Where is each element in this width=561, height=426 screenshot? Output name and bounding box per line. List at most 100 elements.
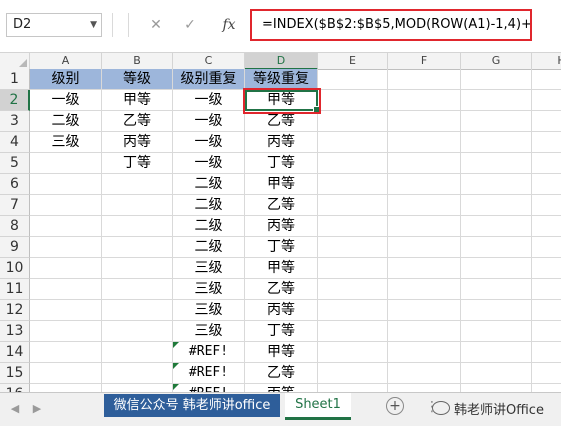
cell-d7[interactable]: 乙等 [245,195,318,216]
error-indicator-icon[interactable] [173,384,179,390]
cell-d14[interactable]: 甲等 [245,342,318,363]
cell-c5[interactable]: 一级 [173,153,245,174]
cell-f1[interactable] [388,69,461,90]
cell-f6[interactable] [388,174,461,195]
column-header-d[interactable]: D [245,53,318,70]
cell-c13[interactable]: 三级 [173,321,245,342]
cell-d10[interactable]: 甲等 [245,258,318,279]
cell-d15[interactable]: 乙等 [245,363,318,384]
cell-h2[interactable] [532,90,561,111]
cell-d9[interactable]: 丁等 [245,237,318,258]
cell-h8[interactable] [532,216,561,237]
row-header-6[interactable]: 6 [0,174,30,195]
cell-c1[interactable]: 级别重复 [173,69,245,90]
cell-c12[interactable]: 三级 [173,300,245,321]
cell-b7[interactable] [102,195,173,216]
cell-f14[interactable] [388,342,461,363]
column-header-f[interactable]: F [388,53,461,69]
cell-c8[interactable]: 二级 [173,216,245,237]
tab-wechat[interactable]: 微信公众号 韩老师讲office [104,394,280,417]
cell-g5[interactable] [461,153,532,174]
cell-c3[interactable]: 一级 [173,111,245,132]
cell-c6[interactable]: 二级 [173,174,245,195]
cell-h12[interactable] [532,300,561,321]
cell-a11[interactable] [30,279,102,300]
cell-a10[interactable] [30,258,102,279]
cell-g7[interactable] [461,195,532,216]
column-header-b[interactable]: B [102,53,173,69]
cell-e4[interactable] [318,132,388,153]
cell-e5[interactable] [318,153,388,174]
cell-b15[interactable] [102,363,173,384]
cell-g8[interactable] [461,216,532,237]
row-header-14[interactable]: 14 [0,342,30,363]
cell-d11[interactable]: 乙等 [245,279,318,300]
cell-h15[interactable] [532,363,561,384]
cell-a9[interactable] [30,237,102,258]
cell-a2[interactable]: 一级 [30,90,102,111]
cell-f5[interactable] [388,153,461,174]
cell-e9[interactable] [318,237,388,258]
cell-b8[interactable] [102,216,173,237]
cell-e7[interactable] [318,195,388,216]
enter-icon[interactable]: ✓ [180,14,200,36]
column-header-a[interactable]: A [30,53,102,69]
cell-d12[interactable]: 丙等 [245,300,318,321]
cell-h11[interactable] [532,279,561,300]
row-header-8[interactable]: 8 [0,216,30,237]
cell-g6[interactable] [461,174,532,195]
cell-a8[interactable] [30,216,102,237]
cell-d2[interactable]: 甲等 [245,90,318,111]
cell-e8[interactable] [318,216,388,237]
cell-a13[interactable] [30,321,102,342]
cell-c15[interactable]: #REF! [173,363,245,384]
cell-g16[interactable] [461,384,532,392]
row-header-1[interactable]: 1 [0,69,30,90]
cell-e10[interactable] [318,258,388,279]
cell-d16[interactable]: 丙等 [245,384,318,392]
select-all-button[interactable] [0,53,30,69]
cell-h1[interactable] [532,69,561,90]
cell-g11[interactable] [461,279,532,300]
column-header-c[interactable]: C [173,53,245,69]
cell-g4[interactable] [461,132,532,153]
column-header-e[interactable]: E [318,53,388,69]
row-header-7[interactable]: 7 [0,195,30,216]
insert-function-button[interactable]: fx [218,14,240,36]
cell-e12[interactable] [318,300,388,321]
cell-a1[interactable]: 级别 [30,69,102,90]
cell-f3[interactable] [388,111,461,132]
cell-b1[interactable]: 等级 [102,69,173,90]
cell-a4[interactable]: 三级 [30,132,102,153]
cell-f9[interactable] [388,237,461,258]
cell-e16[interactable] [318,384,388,392]
cell-e2[interactable] [318,90,388,111]
cell-h10[interactable] [532,258,561,279]
cell-c11[interactable]: 三级 [173,279,245,300]
cell-h16[interactable] [532,384,561,392]
cell-b12[interactable] [102,300,173,321]
cell-f4[interactable] [388,132,461,153]
cell-d6[interactable]: 甲等 [245,174,318,195]
cell-c4[interactable]: 一级 [173,132,245,153]
cell-b14[interactable] [102,342,173,363]
cell-d13[interactable]: 丁等 [245,321,318,342]
cell-b13[interactable] [102,321,173,342]
cell-a14[interactable] [30,342,102,363]
cell-b9[interactable] [102,237,173,258]
cell-f2[interactable] [388,90,461,111]
cell-b6[interactable] [102,174,173,195]
cell-f7[interactable] [388,195,461,216]
cell-a3[interactable]: 二级 [30,111,102,132]
cell-f8[interactable] [388,216,461,237]
cell-d1[interactable]: 等级重复 [245,69,318,90]
cell-h5[interactable] [532,153,561,174]
cell-b4[interactable]: 丙等 [102,132,173,153]
row-header-4[interactable]: 4 [0,132,30,153]
cell-b11[interactable] [102,279,173,300]
cell-g15[interactable] [461,363,532,384]
cell-g1[interactable] [461,69,532,90]
cell-e15[interactable] [318,363,388,384]
cell-g9[interactable] [461,237,532,258]
cell-a6[interactable] [30,174,102,195]
